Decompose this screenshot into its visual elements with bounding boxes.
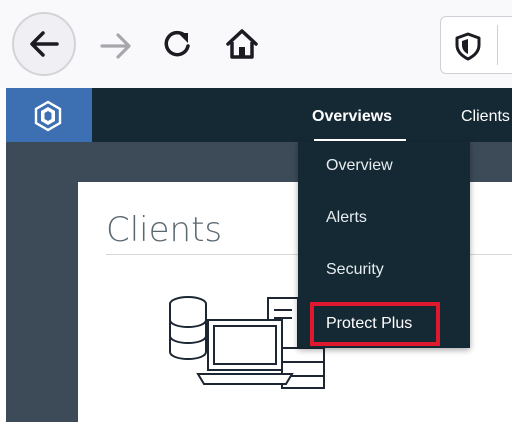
reload-button[interactable] <box>157 24 197 64</box>
overviews-dropdown-menu: Overview Alerts Security Protect Plus <box>298 142 470 348</box>
left-sidebar <box>6 182 78 422</box>
browser-toolbar <box>0 0 512 88</box>
forward-button[interactable] <box>96 26 136 66</box>
app-navbar: Overviews Clients <box>6 88 512 142</box>
app-logo-icon <box>34 100 62 132</box>
home-icon <box>226 29 258 59</box>
tracking-protection-button[interactable] <box>453 31 483 61</box>
app-logo[interactable] <box>6 88 92 142</box>
nav-item-clients[interactable]: Clients <box>461 88 510 142</box>
url-divider <box>497 25 498 65</box>
menu-item-protect-plus[interactable]: Protect Plus <box>310 302 440 346</box>
menu-item-security[interactable]: Security <box>326 254 384 286</box>
active-tab-indicator <box>314 139 406 141</box>
menu-item-alerts[interactable]: Alerts <box>326 202 367 234</box>
reload-icon <box>164 30 190 57</box>
url-bar[interactable] <box>440 16 512 74</box>
menu-item-overview[interactable]: Overview <box>326 150 393 182</box>
shield-icon <box>455 32 481 61</box>
back-button[interactable] <box>12 12 76 76</box>
page-title: Clients <box>106 210 223 250</box>
nav-item-overviews[interactable]: Overviews <box>312 88 392 142</box>
arrow-right-icon <box>100 33 131 59</box>
arrow-left-icon <box>30 31 59 57</box>
screenshot: Overviews Clients Clients Overview Alert… <box>0 0 512 422</box>
home-button[interactable] <box>222 24 262 64</box>
